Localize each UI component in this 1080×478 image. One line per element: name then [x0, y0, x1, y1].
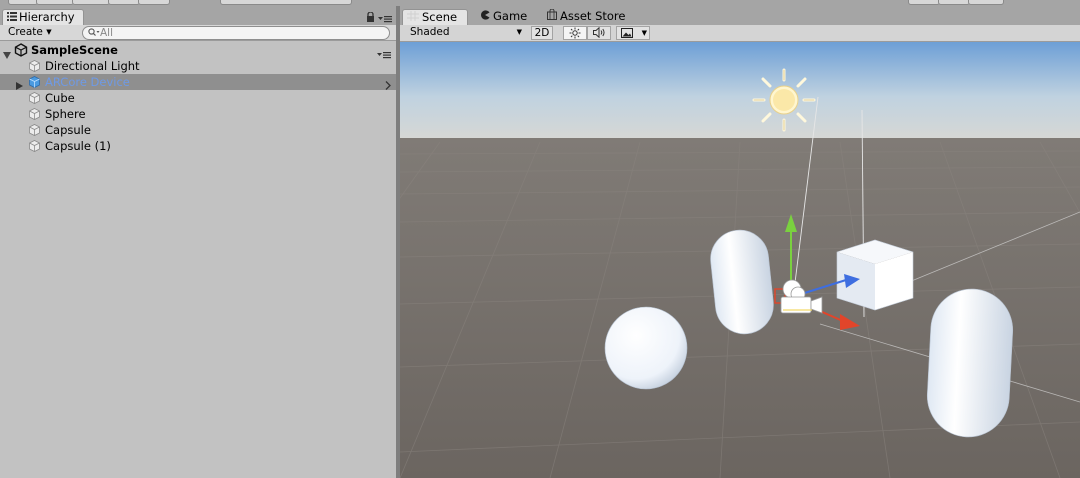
scene-toolbar: Shaded ▼ 2D ▼ [400, 25, 1080, 42]
hierarchy-item-capsule[interactable]: Capsule [0, 122, 396, 138]
tab-hierarchy-label: Hierarchy [19, 10, 75, 24]
effects-toggle-button[interactable]: ▼ [616, 26, 650, 40]
cube-icon [29, 76, 40, 88]
tab-game[interactable]: Game [476, 9, 540, 25]
shopping-bag-icon [547, 8, 557, 24]
search-placeholder: All [100, 27, 114, 39]
tab-asset-store-label: Asset Store [560, 9, 626, 23]
toolbar-button[interactable] [36, 0, 74, 5]
capsule-1-object[interactable] [925, 287, 1015, 439]
toolbar-button[interactable] [220, 0, 352, 5]
scene-view-render[interactable] [400, 42, 1080, 478]
toolbar-button[interactable] [138, 0, 170, 5]
cube-icon [29, 140, 40, 152]
list-icon [7, 10, 17, 25]
draw-mode-dropdown[interactable]: Shaded ▼ [405, 26, 525, 40]
scene-viewport[interactable] [400, 42, 1080, 478]
toolbar-button[interactable] [908, 0, 940, 5]
create-dropdown[interactable]: Create ▼ [2, 26, 54, 39]
draw-mode-label: Shaded [410, 26, 450, 38]
cube-icon [29, 108, 40, 120]
hierarchy-item-label: Directional Light [45, 59, 140, 73]
hierarchy-item-label: Capsule [45, 123, 91, 137]
tab-scene-label: Scene [422, 10, 458, 24]
cube-icon [29, 60, 40, 72]
audio-toggle-button[interactable] [587, 26, 611, 40]
scene-panel: Scene Game Asset Store Shaded ▼ 2D ▼ [400, 6, 1080, 478]
scene-name: SampleScene [31, 43, 118, 57]
tab-scene[interactable]: Scene [402, 9, 468, 25]
search-icon [88, 28, 100, 40]
hierarchy-item-label: Sphere [45, 107, 86, 121]
toolbar-button[interactable] [968, 0, 1004, 5]
create-label: Create [8, 26, 43, 38]
hierarchy-tab-bar: Hierarchy [0, 6, 396, 26]
hierarchy-item-arcore-device[interactable]: ARCore Device [0, 74, 396, 90]
speaker-icon [592, 26, 606, 41]
tab-game-label: Game [493, 9, 528, 23]
scene-root-row[interactable]: SampleScene [0, 42, 396, 59]
hierarchy-item-capsule-1[interactable]: Capsule (1) [0, 138, 396, 154]
pacman-icon [480, 9, 490, 24]
lock-icon[interactable] [366, 11, 375, 25]
hierarchy-toolbar: Create ▼ All [0, 25, 396, 41]
cube-icon [29, 124, 40, 136]
tab-hierarchy[interactable]: Hierarchy [2, 9, 84, 25]
lighting-toggle-button[interactable] [563, 26, 587, 40]
hierarchy-item-label: ARCore Device [45, 75, 130, 89]
hierarchy-item-label: Capsule (1) [45, 139, 111, 153]
2d-toggle-button[interactable]: 2D [531, 26, 553, 40]
toolbar-button[interactable] [8, 0, 38, 5]
toolbar-button[interactable] [938, 0, 970, 5]
2d-label: 2D [534, 27, 550, 39]
hierarchy-item-label: Cube [45, 91, 75, 105]
tab-asset-store[interactable]: Asset Store [543, 8, 639, 25]
hierarchy-item-directional-light[interactable]: Directional Light [0, 58, 396, 74]
hierarchy-item-cube[interactable]: Cube [0, 90, 396, 106]
toolbar-button[interactable] [72, 0, 110, 5]
directional-light-gizmo[interactable] [752, 68, 816, 132]
scene-tab-bar: Scene Game Asset Store [400, 6, 1080, 26]
chevron-down-icon: ▼ [46, 28, 52, 36]
hierarchy-item-sphere[interactable]: Sphere [0, 106, 396, 122]
search-input[interactable]: All [82, 26, 390, 40]
hierarchy-panel: Hierarchy Create ▼ All SampleScene Direc… [0, 6, 396, 478]
sphere-object[interactable] [604, 306, 688, 390]
cube-icon [29, 92, 40, 104]
grid-icon [407, 10, 419, 25]
image-icon [621, 28, 633, 41]
cube-object[interactable] [836, 239, 914, 311]
chevron-down-icon: ▼ [641, 29, 647, 37]
toolbar-button[interactable] [108, 0, 140, 5]
chevron-down-icon: ▼ [516, 28, 522, 36]
sun-icon [569, 27, 581, 42]
